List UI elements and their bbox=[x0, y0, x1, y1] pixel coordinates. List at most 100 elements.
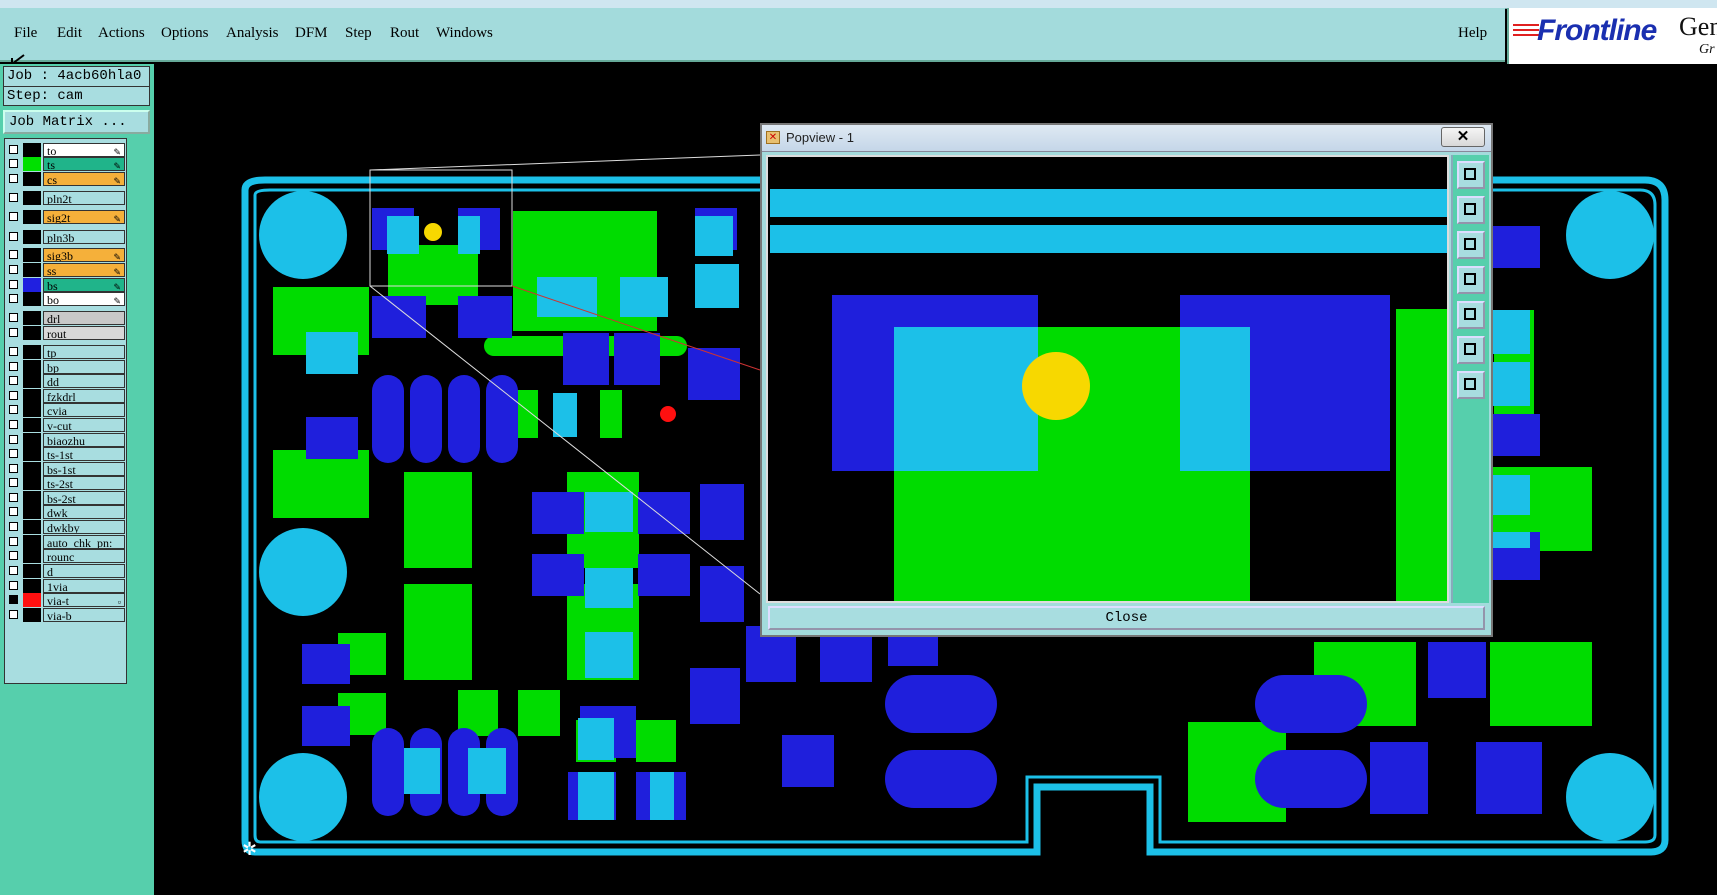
layer-checkbox[interactable] bbox=[9, 145, 18, 154]
layer-color-swatch[interactable] bbox=[23, 608, 41, 622]
layer-row-bs[interactable]: bs ✎ bbox=[7, 278, 125, 292]
layer-color-swatch[interactable] bbox=[23, 172, 41, 186]
layer-name[interactable]: dwkby bbox=[43, 520, 125, 534]
layer-color-swatch[interactable] bbox=[23, 311, 41, 325]
layer-row-bs2st[interactable]: bs-2st bbox=[7, 491, 125, 505]
layer-color-swatch[interactable] bbox=[23, 491, 41, 505]
zoom-in-tool-icon[interactable] bbox=[1457, 161, 1485, 189]
popview-titlebar[interactable]: ✕ Popview - 1 ✕ bbox=[762, 125, 1491, 152]
layer-row-ts1st[interactable]: ts-1st bbox=[7, 447, 125, 461]
layer-row-ts2st[interactable]: ts-2st bbox=[7, 476, 125, 490]
layer-checkbox[interactable] bbox=[9, 537, 18, 546]
layer-checkbox[interactable] bbox=[9, 313, 18, 322]
layer-color-swatch[interactable] bbox=[23, 535, 41, 549]
layer-color-swatch[interactable] bbox=[23, 157, 41, 171]
layer-color-swatch[interactable] bbox=[23, 360, 41, 374]
pan-left-tool-icon[interactable] bbox=[1457, 266, 1485, 294]
layer-row-fzkdrl[interactable]: fzkdrl bbox=[7, 389, 125, 403]
menu-actions[interactable]: Actions bbox=[98, 25, 145, 42]
layer-color-swatch[interactable] bbox=[23, 143, 41, 157]
layer-color-swatch[interactable] bbox=[23, 389, 41, 403]
layer-checkbox[interactable] bbox=[9, 265, 18, 274]
layer-name[interactable]: ts-2st bbox=[43, 476, 125, 490]
layer-color-swatch[interactable] bbox=[23, 447, 41, 461]
layer-color-swatch[interactable] bbox=[23, 520, 41, 534]
layer-name[interactable]: rounc bbox=[43, 549, 125, 563]
layer-checkbox[interactable] bbox=[9, 581, 18, 590]
layer-color-swatch[interactable] bbox=[23, 505, 41, 519]
menu-file[interactable]: File bbox=[14, 25, 37, 42]
layer-checkbox[interactable] bbox=[9, 174, 18, 183]
layer-color-swatch[interactable] bbox=[23, 191, 41, 205]
layer-row-dd[interactable]: dd bbox=[7, 374, 125, 388]
pan-up-tool-icon[interactable] bbox=[1457, 196, 1485, 224]
layer-row-bo[interactable]: bo ✎ bbox=[7, 292, 125, 306]
layer-checkbox[interactable] bbox=[9, 420, 18, 429]
layer-row-1via[interactable]: 1via bbox=[7, 579, 125, 593]
menu-windows[interactable]: Windows bbox=[436, 25, 493, 42]
layer-name[interactable]: v-cut bbox=[43, 418, 125, 432]
layer-color-swatch[interactable] bbox=[23, 292, 41, 306]
layer-checkbox[interactable] bbox=[9, 435, 18, 444]
layer-row-autochkpn[interactable]: auto_chk_pn: bbox=[7, 535, 125, 549]
layer-name[interactable]: pln2t bbox=[43, 191, 125, 205]
layer-color-swatch[interactable] bbox=[23, 403, 41, 417]
layer-name[interactable]: dd bbox=[43, 374, 125, 388]
layer-row-viat[interactable]: via-t ▫ bbox=[7, 593, 125, 607]
layer-checkbox[interactable] bbox=[9, 478, 18, 487]
layer-name[interactable]: tp bbox=[43, 345, 125, 359]
layer-name[interactable]: via-b bbox=[43, 608, 125, 622]
layer-color-swatch[interactable] bbox=[23, 593, 41, 607]
layer-name[interactable]: bp bbox=[43, 360, 125, 374]
popview-close-x-button[interactable]: ✕ bbox=[1441, 127, 1485, 147]
layer-checkbox[interactable] bbox=[9, 595, 18, 604]
layer-color-swatch[interactable] bbox=[23, 579, 41, 593]
layer-checkbox[interactable] bbox=[9, 507, 18, 516]
pan-right-tool-icon[interactable] bbox=[1457, 301, 1485, 329]
layer-row-tp[interactable]: tp bbox=[7, 345, 125, 359]
layer-checkbox[interactable] bbox=[9, 391, 18, 400]
layer-checkbox[interactable] bbox=[9, 566, 18, 575]
layer-name[interactable]: to ✎ bbox=[43, 143, 125, 157]
job-matrix-button[interactable]: Job Matrix ... bbox=[3, 110, 150, 134]
layer-color-swatch[interactable] bbox=[23, 433, 41, 447]
layer-color-swatch[interactable] bbox=[23, 263, 41, 277]
layer-name[interactable]: cvia bbox=[43, 403, 125, 417]
layer-name[interactable]: bo ✎ bbox=[43, 292, 125, 306]
layer-checkbox[interactable] bbox=[9, 522, 18, 531]
layer-checkbox[interactable] bbox=[9, 405, 18, 414]
layer-row-vcut[interactable]: v-cut bbox=[7, 418, 125, 432]
layer-row-sig2t[interactable]: sig2t ✎ bbox=[7, 210, 125, 224]
layer-checkbox[interactable] bbox=[9, 193, 18, 202]
layer-row-viab[interactable]: via-b bbox=[7, 608, 125, 622]
popview-close-button[interactable]: Close bbox=[768, 606, 1485, 630]
layer-color-swatch[interactable] bbox=[23, 549, 41, 563]
layer-name[interactable]: bs-2st bbox=[43, 491, 125, 505]
layer-row-dwkby[interactable]: dwkby bbox=[7, 520, 125, 534]
menu-help[interactable]: Help bbox=[1458, 25, 1487, 42]
layer-name[interactable]: sig3b ✎ bbox=[43, 248, 125, 262]
layer-name[interactable]: fzkdrl bbox=[43, 389, 125, 403]
layer-name[interactable]: biaozhu bbox=[43, 433, 125, 447]
layer-name[interactable]: dwk bbox=[43, 505, 125, 519]
layer-name[interactable]: cs ✎ bbox=[43, 172, 125, 186]
menu-dfm[interactable]: DFM bbox=[295, 25, 328, 42]
layer-row-cvia[interactable]: cvia bbox=[7, 403, 125, 417]
menu-analysis[interactable]: Analysis bbox=[226, 25, 279, 42]
zoom-fit-tool-icon[interactable] bbox=[1457, 336, 1485, 364]
layer-name[interactable]: d bbox=[43, 564, 125, 578]
layer-row-ts[interactable]: ts ✎ bbox=[7, 157, 125, 171]
layer-row-bp[interactable]: bp bbox=[7, 360, 125, 374]
layer-checkbox[interactable] bbox=[9, 212, 18, 221]
layer-checkbox[interactable] bbox=[9, 347, 18, 356]
zoom-out-tool-icon[interactable] bbox=[1457, 371, 1485, 399]
layer-color-swatch[interactable] bbox=[23, 462, 41, 476]
pan-down-tool-icon[interactable] bbox=[1457, 231, 1485, 259]
layer-name[interactable]: sig2t ✎ bbox=[43, 210, 125, 224]
menu-step[interactable]: Step bbox=[345, 25, 372, 42]
layer-row-rounc[interactable]: rounc bbox=[7, 549, 125, 563]
layer-row-sig3b[interactable]: sig3b ✎ bbox=[7, 248, 125, 262]
layer-name[interactable]: via-t ▫ bbox=[43, 593, 125, 607]
layer-row-to[interactable]: to ✎ bbox=[7, 143, 125, 157]
menu-edit[interactable]: Edit bbox=[57, 25, 82, 42]
